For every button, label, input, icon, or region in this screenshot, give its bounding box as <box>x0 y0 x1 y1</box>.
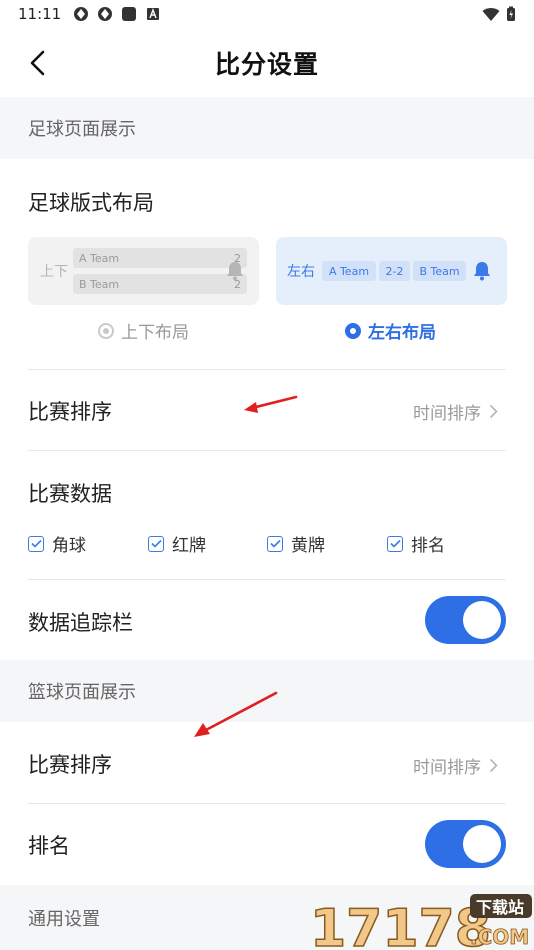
layout-option-label: 左右布局 <box>368 323 436 343</box>
divider <box>28 803 506 804</box>
team-chip: A Team <box>322 261 376 281</box>
back-button[interactable] <box>22 48 52 78</box>
divider <box>28 450 506 451</box>
status-time: 11:11 <box>18 5 62 23</box>
square-app-icon <box>122 7 137 21</box>
toggle-knob <box>463 825 501 863</box>
team-name: A Team <box>79 251 120 265</box>
layout-preview-top-bottom[interactable]: 上下 A Team 2 B Team 2 <box>28 237 259 305</box>
checkbox-checked-icon <box>267 535 283 552</box>
layout-preview-left-right[interactable]: 左右 A Team 2-2 B Team <box>276 237 507 305</box>
sort-value: 时间排序 <box>413 404 481 424</box>
annotation-arrow-icon <box>244 395 298 413</box>
divider <box>28 579 506 580</box>
layout-side-label: 左右 <box>287 264 315 280</box>
rank-toggle[interactable] <box>425 820 506 868</box>
app-notification-icon <box>98 7 113 21</box>
section-title: 篮球页面展示 <box>28 682 136 703</box>
section-title: 足球页面展示 <box>28 119 136 140</box>
checkbox-label: 红牌 <box>172 536 206 556</box>
score-chip: 2-2 <box>379 261 410 281</box>
status-bar: 11:11 <box>0 0 534 28</box>
page-title: 比分设置 <box>214 50 319 79</box>
checkbox-label: 角球 <box>52 536 86 556</box>
section-title: 通用设置 <box>28 908 100 930</box>
checkbox-yellow-card[interactable]: 黄牌 <box>267 531 325 556</box>
row-value: 时间排序 <box>413 753 498 778</box>
layout-label: 足球版式布局 <box>28 191 154 215</box>
divider <box>28 369 506 370</box>
tracker-label: 数据追踪栏 <box>28 611 133 635</box>
checkbox-checked-icon <box>387 535 403 552</box>
layout-side-label: 上下 <box>40 264 68 280</box>
battery-icon <box>507 6 515 21</box>
checkbox-checked-icon <box>148 535 164 552</box>
chevron-right-icon <box>489 404 498 419</box>
team-chip: B Team <box>413 261 466 281</box>
row-label: 比赛排序 <box>28 753 112 777</box>
watermark-main-text: 17178 <box>310 899 491 950</box>
font-app-icon <box>147 8 160 20</box>
layout-option-top-bottom[interactable]: 上下布局 <box>98 318 189 343</box>
chevron-right-icon <box>489 758 498 773</box>
tracker-toggle[interactable] <box>425 596 506 644</box>
team-row: A Team 2 <box>73 248 247 268</box>
team-name: B Team <box>79 277 120 291</box>
title-bar: 比分设置 <box>0 28 534 98</box>
radio-unselected-icon <box>98 322 114 339</box>
watermark-sub-text: .COM <box>470 925 529 949</box>
checkbox-label: 黄牌 <box>291 536 325 556</box>
checkbox-corners[interactable]: 角球 <box>28 531 86 556</box>
chevron-left-icon <box>30 50 45 76</box>
bell-icon <box>474 262 490 281</box>
checkbox-checked-icon <box>28 535 44 552</box>
sort-value: 时间排序 <box>413 758 481 778</box>
annotation-arrow-icon <box>194 691 278 737</box>
rank-label: 排名 <box>28 834 70 858</box>
wifi-icon <box>482 7 500 21</box>
site-watermark-logo: 17178 下载站 .COM <box>310 894 532 950</box>
section-header-football: 足球页面展示 <box>0 97 534 159</box>
row-label: 比赛排序 <box>28 400 112 424</box>
toggle-knob <box>463 601 501 639</box>
row-value: 时间排序 <box>413 399 498 424</box>
data-label: 比赛数据 <box>28 482 112 506</box>
watermark-badge-text: 下载站 <box>476 898 524 917</box>
radio-selected-icon <box>345 322 361 339</box>
bell-icon <box>227 262 243 281</box>
app-notification-icon <box>74 7 89 21</box>
checkbox-red-card[interactable]: 红牌 <box>148 531 206 556</box>
layout-option-left-right[interactable]: 左右布局 <box>345 318 436 343</box>
checkbox-ranking[interactable]: 排名 <box>387 531 445 556</box>
checkbox-label: 排名 <box>411 536 445 556</box>
team-row: B Team 2 <box>73 274 247 294</box>
layout-option-label: 上下布局 <box>121 323 189 343</box>
